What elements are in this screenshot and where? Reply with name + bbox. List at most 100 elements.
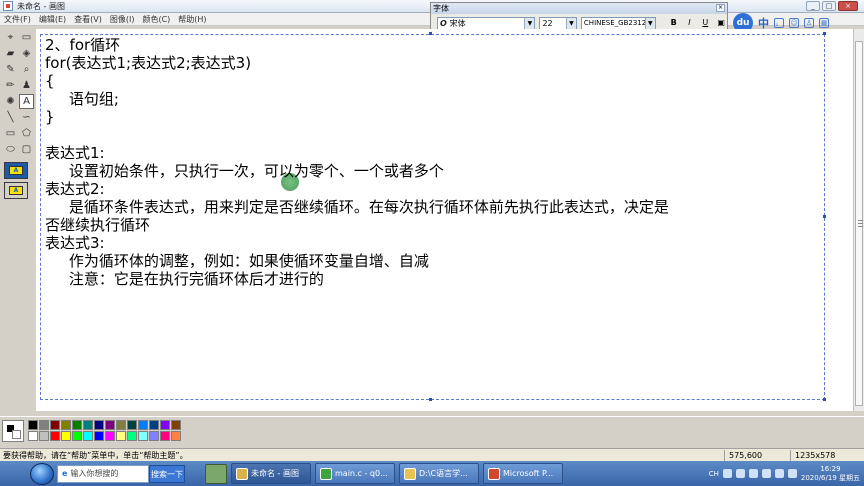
color-swatch[interactable] bbox=[160, 431, 170, 441]
font-name-select[interactable]: O 宋体 ▼ bbox=[437, 16, 536, 30]
color-swatch[interactable] bbox=[50, 420, 60, 430]
bold-button[interactable]: B bbox=[668, 17, 680, 29]
taskbar-task[interactable]: Microsoft P... bbox=[483, 463, 563, 484]
text-icon[interactable]: A bbox=[19, 94, 34, 109]
current-colors[interactable] bbox=[2, 420, 24, 442]
ellipse-icon[interactable]: ⬭ bbox=[3, 142, 18, 157]
close-button[interactable]: × bbox=[838, 1, 858, 11]
menu-view[interactable]: 查看(V) bbox=[74, 14, 102, 25]
ime-punctuation-icon[interactable]: 。 bbox=[774, 18, 784, 28]
underline-button[interactable]: U bbox=[699, 17, 711, 29]
canvas-text-line: 是循环条件表达式，用来判定是否继续循环。在每次执行循环体前先执行此表达式，决定是 bbox=[45, 198, 669, 216]
resize-handle-right[interactable] bbox=[823, 215, 826, 218]
tray-volume-icon[interactable] bbox=[761, 469, 771, 478]
drawing-canvas[interactable]: 2、for循环 for(表达式1;表达式2;表达式3){ 语句组;} 表达式1: 设… bbox=[40, 34, 825, 400]
scrollbar-thumb[interactable] bbox=[855, 41, 863, 406]
resize-handle-bottom[interactable] bbox=[429, 398, 432, 401]
magnifier-icon[interactable]: ⌕ bbox=[19, 62, 34, 77]
color-swatch[interactable] bbox=[94, 420, 104, 430]
ime-user-icon[interactable]: ♙ bbox=[804, 18, 814, 28]
italic-button[interactable]: I bbox=[684, 17, 696, 29]
color-swatch[interactable] bbox=[72, 431, 82, 441]
font-toolbar-title: 字体 × bbox=[431, 3, 727, 14]
font-toolbar-close-button[interactable]: × bbox=[716, 4, 725, 12]
pencil-icon[interactable]: ✏ bbox=[3, 78, 18, 93]
color-swatch[interactable] bbox=[50, 431, 60, 441]
color-swatch[interactable] bbox=[127, 420, 137, 430]
eyedropper-icon[interactable]: ✎ bbox=[3, 62, 18, 77]
color-swatch[interactable] bbox=[149, 420, 159, 430]
color-swatch[interactable] bbox=[94, 431, 104, 441]
ime-language-indicator[interactable]: CH bbox=[709, 470, 719, 478]
color-swatch[interactable] bbox=[105, 420, 115, 430]
color-swatch[interactable] bbox=[28, 420, 38, 430]
resize-handle-bottom-right[interactable] bbox=[823, 398, 826, 401]
rect-select-icon[interactable]: ▭ bbox=[19, 30, 34, 45]
fill-icon[interactable]: ◈ bbox=[19, 46, 34, 61]
transparent-background-option[interactable]: A bbox=[4, 182, 28, 199]
menu-help[interactable]: 帮助(H) bbox=[178, 14, 206, 25]
ime-menu-icon[interactable]: ▦ bbox=[819, 18, 829, 28]
color-swatch[interactable] bbox=[39, 431, 49, 441]
color-swatch[interactable] bbox=[171, 420, 181, 430]
start-button[interactable] bbox=[30, 462, 54, 485]
menu-edit[interactable]: 编辑(E) bbox=[39, 14, 66, 25]
color-swatch[interactable] bbox=[105, 431, 115, 441]
color-swatch[interactable] bbox=[72, 420, 82, 430]
color-swatch[interactable] bbox=[61, 420, 71, 430]
taskbar-search-input[interactable]: e 输入你想搜的 bbox=[57, 464, 149, 483]
maximize-button[interactable]: □ bbox=[822, 1, 836, 11]
airbrush-icon[interactable]: ✺ bbox=[3, 94, 18, 109]
color-swatch[interactable] bbox=[39, 420, 49, 430]
vertical-text-button[interactable]: ▣ bbox=[715, 17, 727, 29]
opaque-background-option[interactable]: A bbox=[4, 162, 28, 179]
charset-select[interactable]: CHINESE_GB2312 ▼ bbox=[580, 16, 656, 30]
menu-colors[interactable]: 颜色(C) bbox=[142, 14, 170, 25]
tray-ime-icon[interactable] bbox=[735, 469, 745, 478]
tray-bluetooth-icon[interactable] bbox=[774, 469, 784, 478]
canvas-scroll-area[interactable]: 2、for循环 for(表达式1;表达式2;表达式3){ 语句组;} 表达式1: 设… bbox=[36, 29, 853, 411]
color-swatch[interactable] bbox=[149, 431, 159, 441]
color-swatch[interactable] bbox=[61, 431, 71, 441]
tool-grid: ⌖ ▭ ▰ ◈ ✎ ⌕ ✏ ♟ ✺ A ╲ ∽ ▭ ⬠ ⬭ ▢ bbox=[2, 29, 34, 158]
resize-handle-top[interactable] bbox=[429, 32, 432, 35]
menu-image[interactable]: 图像(I) bbox=[110, 14, 135, 25]
vertical-scrollbar[interactable] bbox=[853, 29, 864, 411]
color-swatch[interactable] bbox=[116, 420, 126, 430]
taskbar-task[interactable]: D:\C语言学... bbox=[399, 463, 479, 484]
taskbar-clock[interactable]: 16:29 2020/6/19 星期五 bbox=[801, 465, 860, 483]
scrollbar-grip-icon bbox=[858, 226, 863, 227]
resize-handle-top-right[interactable] bbox=[823, 32, 826, 35]
font-name-dropdown-icon[interactable]: ▼ bbox=[524, 17, 535, 29]
tray-help-icon[interactable] bbox=[722, 469, 732, 478]
color-swatch[interactable] bbox=[83, 431, 93, 441]
taskbar-task[interactable]: main.c - q0... bbox=[315, 463, 395, 484]
brush-icon[interactable]: ♟ bbox=[19, 78, 34, 93]
rounded-rect-icon[interactable]: ▢ bbox=[19, 142, 34, 157]
font-size-dropdown-icon[interactable]: ▼ bbox=[565, 17, 576, 29]
polygon-icon[interactable]: ⬠ bbox=[19, 126, 34, 141]
minimize-button[interactable]: _ bbox=[806, 1, 820, 11]
color-swatch[interactable] bbox=[83, 420, 93, 430]
taskbar-task[interactable]: 未命名 - 画图 bbox=[231, 463, 311, 484]
free-select-icon[interactable]: ⌖ bbox=[3, 30, 18, 45]
color-swatch[interactable] bbox=[28, 431, 38, 441]
rectangle-icon[interactable]: ▭ bbox=[3, 126, 18, 141]
taskbar-search-button[interactable]: 搜索一下 bbox=[149, 464, 185, 483]
color-swatch[interactable] bbox=[138, 431, 148, 441]
eraser-icon[interactable]: ▰ bbox=[3, 46, 18, 61]
color-swatch[interactable] bbox=[160, 420, 170, 430]
color-swatch[interactable] bbox=[127, 431, 137, 441]
color-swatch[interactable] bbox=[116, 431, 126, 441]
ime-smiley-icon[interactable]: ☺ bbox=[789, 18, 799, 28]
quick-launch-icon[interactable] bbox=[205, 463, 227, 484]
tray-security-icon[interactable] bbox=[787, 469, 797, 478]
color-swatch[interactable] bbox=[138, 420, 148, 430]
curve-icon[interactable]: ∽ bbox=[19, 110, 34, 125]
charset-dropdown-icon[interactable]: ▼ bbox=[644, 17, 655, 29]
line-icon[interactable]: ╲ bbox=[3, 110, 18, 125]
font-size-select[interactable]: 22 ▼ bbox=[539, 16, 577, 30]
tray-network-icon[interactable] bbox=[748, 469, 758, 478]
menu-file[interactable]: 文件(F) bbox=[4, 14, 31, 25]
color-swatch[interactable] bbox=[171, 431, 181, 441]
